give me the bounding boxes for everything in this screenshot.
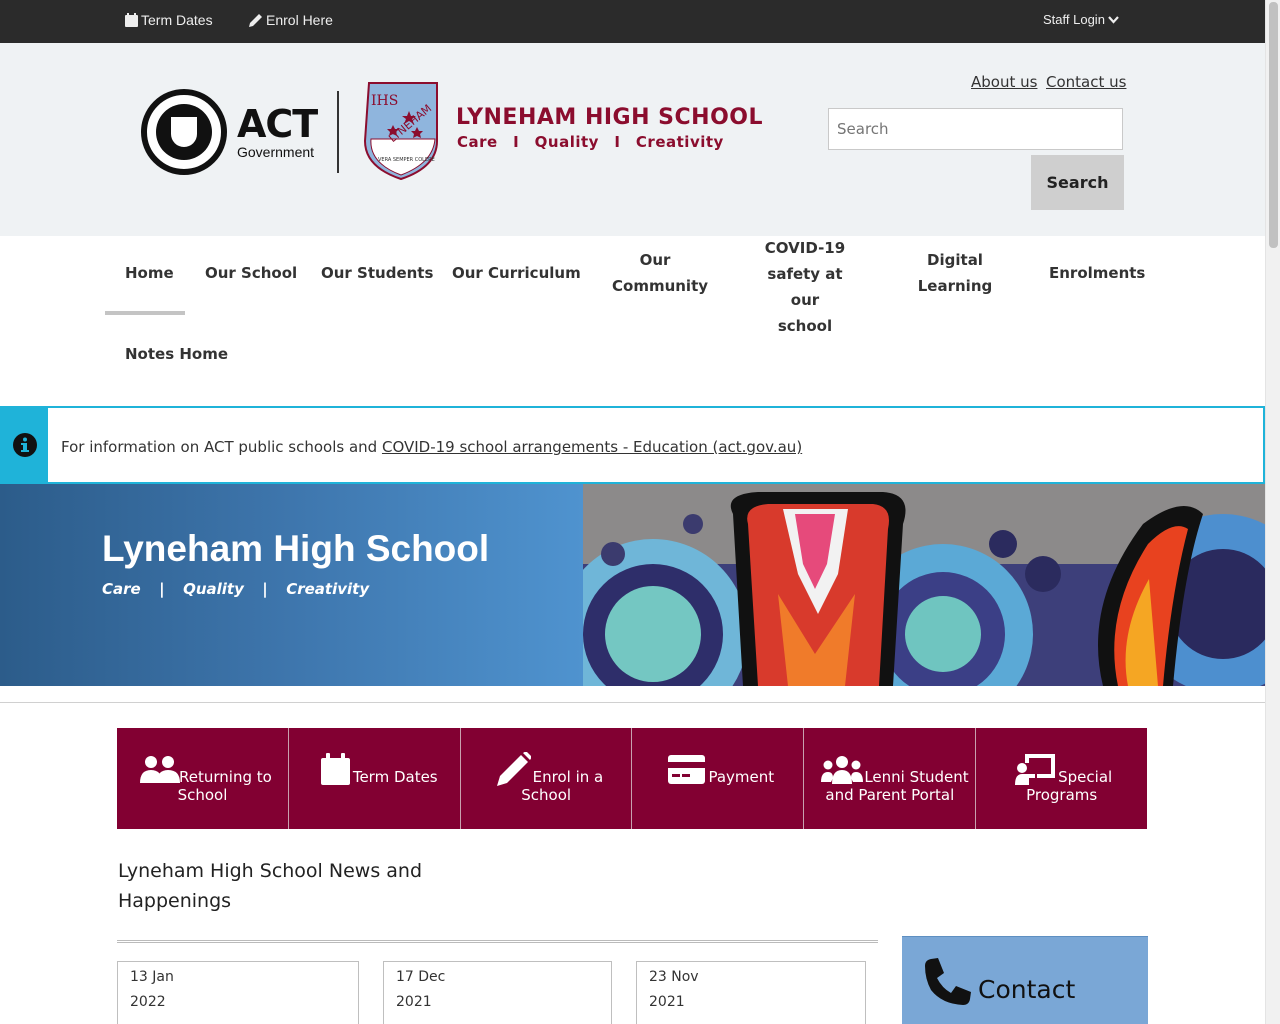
contact-us-link[interactable]: Contact us (1046, 73, 1126, 91)
chevron-down-icon (1108, 15, 1119, 24)
quick-link-payment[interactable]: Payment (632, 728, 805, 829)
enrol-here-label: Enrol Here (266, 12, 333, 28)
nav-our-community[interactable]: Our Community (612, 247, 709, 299)
term-dates-tile-label: Term Dates (352, 768, 438, 786)
news-section-title: Lyneham High School News and Happenings (118, 860, 422, 912)
quick-links: Returning to School Term Dates Enrol in … (117, 728, 1147, 829)
search-button[interactable]: Search (1031, 155, 1124, 210)
quick-link-term-dates[interactable]: Term Dates (288, 728, 461, 829)
nav-home[interactable]: Home (125, 260, 174, 286)
nav-our-curriculum[interactable]: Our Curriculum (452, 260, 581, 286)
act-wordmark: ACT (237, 102, 318, 146)
school-name: LYNEHAM HIGH SCHOOL (456, 105, 764, 130)
credit-card-icon (668, 755, 706, 784)
covid-arrangements-link[interactable]: COVID-19 school arrangements - Education… (382, 438, 802, 456)
lenni-line-2: and Parent Portal (825, 786, 955, 804)
news-card[interactable]: 13 Jan 2022 (117, 961, 359, 1024)
nav-digital-line-2: Learning (917, 277, 993, 295)
contact-label: Contact (978, 975, 1076, 1004)
contact-panel[interactable]: Contact (902, 936, 1148, 1024)
section-divider (0, 702, 1265, 703)
staff-login-dropdown[interactable]: Staff Login (1043, 12, 1119, 27)
main-nav: Home Our School Our Students Our Curricu… (0, 236, 1265, 406)
hero-title: Lyneham High School (102, 528, 490, 569)
nav-digital-line-1: Digital (927, 251, 983, 269)
group-icon (821, 756, 864, 784)
enrol-here-link[interactable]: Enrol Here (249, 12, 333, 28)
staff-login-label: Staff Login (1043, 12, 1105, 27)
term-dates-link[interactable]: Term Dates (125, 12, 213, 28)
nav-covid-line-1: COVID-19 (764, 239, 846, 257)
nav-covid-line-3: school (777, 317, 833, 335)
returning-line-2: School (177, 786, 228, 804)
special-line-2: Programs (1026, 786, 1098, 804)
about-us-link[interactable]: About us (971, 73, 1037, 91)
phone-icon (925, 958, 971, 1005)
pencil-icon (496, 752, 531, 786)
aboriginal-artwork-image (583, 484, 1265, 686)
lenni-line-1: Lenni Student (864, 768, 969, 786)
nav-active-indicator (105, 311, 185, 315)
enrol-line-1: Enrol in a (532, 768, 604, 786)
news-card[interactable]: 17 Dec 2021 (383, 961, 612, 1024)
crest-latin-motto: VERA SEMPER COLERE (378, 157, 435, 163)
news-card-date: 17 Dec (396, 969, 446, 985)
act-government-label: Government (237, 144, 315, 160)
info-alert: For information on ACT public schools an… (0, 406, 1265, 484)
nav-notes-home[interactable]: Notes Home (125, 341, 228, 367)
calendar-icon (320, 753, 350, 785)
news-card-year: 2021 (396, 994, 432, 1010)
users-icon (140, 756, 180, 783)
payment-tile-label: Payment (708, 768, 775, 786)
alert-message: For information on ACT public schools an… (61, 438, 382, 456)
alert-icon-bar (2, 408, 48, 482)
quick-link-enrol-in-a-school[interactable]: Enrol in a School (460, 728, 633, 829)
news-card-year: 2021 (649, 994, 685, 1010)
pencil-icon (249, 14, 262, 27)
enrol-line-2: School (521, 786, 572, 804)
nav-our-community-line-2: Community (612, 277, 709, 295)
crest-monogram: IHS (371, 93, 398, 109)
news-card-year: 2022 (130, 994, 166, 1010)
scrollbar-thumb[interactable] (1269, 2, 1278, 248)
calendar-icon (125, 13, 138, 27)
news-card-date: 23 Nov (649, 969, 699, 985)
returning-line-1: Returning to (179, 768, 272, 786)
site-header: ACT Government IHS LYNEHAM VERA SEMPER C… (0, 43, 1265, 236)
term-dates-label: Term Dates (141, 12, 213, 28)
nav-our-school[interactable]: Our School (205, 260, 297, 286)
hero-tagline: Care | Quality | Creativity (102, 580, 370, 598)
nav-covid-19[interactable]: COVID-19 safety at our school (752, 235, 858, 339)
logo-divider (337, 91, 339, 173)
school-motto: Care I Quality I Creativity (457, 133, 724, 151)
nav-digital-learning[interactable]: Digital Learning (914, 247, 996, 299)
quick-link-returning-to-school[interactable]: Returning to School (117, 728, 289, 829)
school-crest-icon[interactable]: IHS LYNEHAM VERA SEMPER COLERE (351, 81, 449, 181)
special-line-1: Special (1058, 768, 1113, 786)
quick-link-special-programs[interactable]: Special Programs (976, 728, 1147, 829)
hero-banner: Lyneham High School Care | Quality | Cre… (0, 484, 1265, 686)
act-government-logo[interactable]: ACT Government (141, 89, 318, 175)
nav-covid-line-2: safety at our (767, 265, 843, 309)
quick-link-lenni-portal[interactable]: Lenni Student and Parent Portal (804, 728, 977, 829)
top-bar: Term Dates Enrol Here Staff Login (0, 0, 1265, 43)
news-card[interactable]: 23 Nov 2021 (636, 961, 866, 1024)
nav-our-students[interactable]: Our Students (321, 260, 433, 286)
news-divider (117, 940, 878, 943)
act-crest-icon (141, 89, 227, 175)
page-scrollbar[interactable] (1265, 0, 1280, 1024)
nav-enrolments[interactable]: Enrolments (1049, 260, 1145, 286)
nav-our-community-line-1: Our (639, 251, 671, 269)
hero-text-panel: Lyneham High School Care | Quality | Cre… (0, 484, 583, 686)
info-icon (13, 433, 37, 457)
chalkboard-teacher-icon (1015, 754, 1056, 785)
alert-text: For information on ACT public schools an… (61, 438, 802, 456)
search-input[interactable] (828, 108, 1123, 150)
news-card-date: 13 Jan (130, 969, 174, 985)
